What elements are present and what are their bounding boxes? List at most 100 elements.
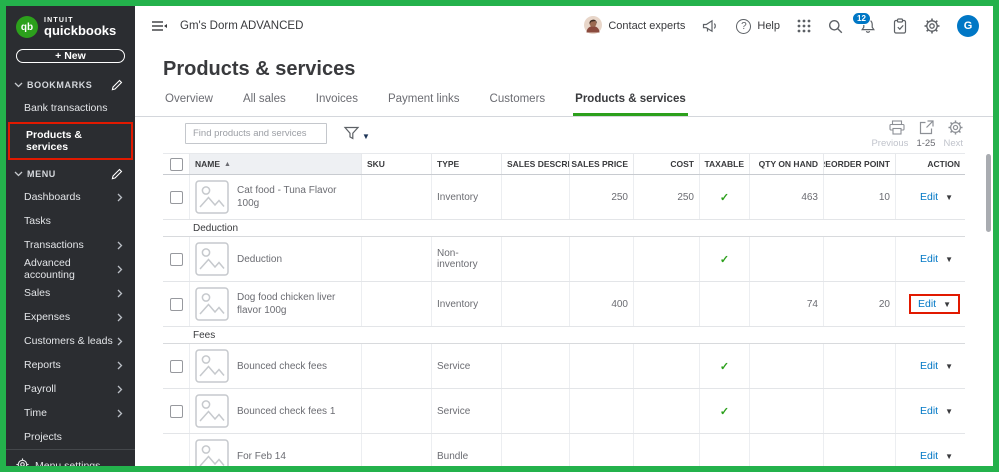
megaphone-icon[interactable] xyxy=(702,19,719,33)
product-image-placeholder xyxy=(195,180,229,214)
edit-button[interactable]: Edit xyxy=(920,191,938,203)
edit-action-group: Edit ▼ xyxy=(909,294,960,314)
sidebar-item-reports[interactable]: Reports xyxy=(6,353,135,377)
tab-products-services[interactable]: Products & services xyxy=(573,93,688,116)
column-header-reorder-point[interactable]: REORDER POINT xyxy=(823,154,895,174)
cost-cell xyxy=(633,389,699,433)
edit-button[interactable]: Edit xyxy=(918,298,936,310)
menu-settings-button[interactable]: Menu settings xyxy=(6,449,135,466)
sidebar-item-payroll[interactable]: Payroll xyxy=(6,377,135,401)
table-row[interactable]: For Feb 14 Bundle ✓ Edit ▼ xyxy=(163,434,965,466)
column-header-qty-on-hand[interactable]: QTY ON HAND xyxy=(749,154,823,174)
edit-button[interactable]: Edit xyxy=(920,253,938,265)
sidebar-item-label: Customers & leads xyxy=(24,335,113,347)
qty-on-hand-cell xyxy=(749,434,823,466)
tab-customers[interactable]: Customers xyxy=(488,93,548,116)
column-header-taxable[interactable]: TAXABLE xyxy=(699,154,749,174)
table-row[interactable]: Bounced check fees 1 Service ✓ Edit ▼ xyxy=(163,389,965,434)
sidebar-item-bank-transactions[interactable]: Bank transactions xyxy=(6,96,135,120)
sidebar-item-expenses[interactable]: Expenses xyxy=(6,305,135,329)
pagination: Previous 1-25 Next xyxy=(871,138,963,149)
edit-button[interactable]: Edit xyxy=(920,450,938,462)
sidebar-item-customers-leads[interactable]: Customers & leads xyxy=(6,329,135,353)
table-header-row: NAME▲ SKU TYPE SALES DESCRIPTION SALES P… xyxy=(163,153,965,175)
sku-cell xyxy=(361,282,431,326)
sidebar-item-label: Sales xyxy=(24,287,50,299)
pagination-next[interactable]: Next xyxy=(943,138,963,149)
row-checkbox[interactable] xyxy=(170,360,183,373)
sales-description-cell xyxy=(501,282,569,326)
clipboard-tasks-icon[interactable] xyxy=(893,18,907,34)
sidebar-item-projects[interactable]: Projects xyxy=(6,425,135,449)
sales-description-cell xyxy=(501,237,569,281)
sidebar-item-label: Projects xyxy=(24,431,62,443)
app-window: qb INTUIT quickbooks + New BOOKMARKS Ban… xyxy=(0,0,999,472)
table-row[interactable]: Bounced check fees Service ✓ Edit ▼ xyxy=(163,344,965,389)
column-header-sales-price[interactable]: SALES PRICE xyxy=(569,154,633,174)
pagination-previous[interactable]: Previous xyxy=(871,138,908,149)
notifications-bell-icon[interactable]: 12 xyxy=(860,18,876,34)
column-header-sales-description[interactable]: SALES DESCRIPTION xyxy=(501,154,569,174)
company-name[interactable]: Gm's Dorm ADVANCED xyxy=(180,20,303,32)
sidebar-item-time[interactable]: Time xyxy=(6,401,135,425)
bookmarks-section-header[interactable]: BOOKMARKS xyxy=(6,73,135,96)
edit-dropdown-caret[interactable]: ▼ xyxy=(945,452,953,461)
pencil-edit-icon[interactable] xyxy=(111,168,123,180)
printer-icon[interactable] xyxy=(889,120,905,135)
type-cell: Inventory xyxy=(431,175,501,219)
pencil-edit-icon[interactable] xyxy=(111,79,123,91)
account-avatar[interactable]: G xyxy=(957,15,979,37)
gear-icon[interactable] xyxy=(948,120,963,135)
product-name: Dog food chicken liver flavor 100g xyxy=(237,291,356,317)
edit-dropdown-caret[interactable]: ▼ xyxy=(945,255,953,264)
column-header-type[interactable]: TYPE xyxy=(431,154,501,174)
app-grid-icon[interactable] xyxy=(797,19,811,33)
table-row[interactable]: Dog food chicken liver flavor 100g Inven… xyxy=(163,282,965,327)
column-header-sku[interactable]: SKU xyxy=(361,154,431,174)
tab-bar: Overview All sales Invoices Payment links Cu… xyxy=(135,93,993,117)
tab-payment-links[interactable]: Payment links xyxy=(386,93,462,116)
sidebar-item-transactions[interactable]: Transactions xyxy=(6,233,135,257)
column-header-name[interactable]: NAME▲ xyxy=(189,154,361,174)
qty-on-hand-cell xyxy=(749,237,823,281)
export-icon[interactable] xyxy=(919,120,934,135)
vertical-scrollbar-thumb[interactable] xyxy=(986,154,991,232)
search-input[interactable] xyxy=(185,123,327,144)
sidebar-item-sales[interactable]: Sales xyxy=(6,281,135,305)
sidebar-item-tasks[interactable]: Tasks xyxy=(6,209,135,233)
tab-all-sales[interactable]: All sales xyxy=(241,93,288,116)
tab-invoices[interactable]: Invoices xyxy=(314,93,360,116)
table-row[interactable]: Cat food - Tuna Flavor 100g Inventory 25… xyxy=(163,175,965,220)
edit-dropdown-caret[interactable]: ▼ xyxy=(945,407,953,416)
new-button[interactable]: + New xyxy=(16,49,125,63)
tab-overview[interactable]: Overview xyxy=(163,93,215,116)
column-header-action[interactable]: ACTION xyxy=(895,154,965,174)
row-checkbox[interactable] xyxy=(170,191,183,204)
table-row[interactable]: Deduction Non-inventory ✓ Edit ▼ xyxy=(163,237,965,282)
edit-button[interactable]: Edit xyxy=(920,405,938,417)
edit-dropdown-caret[interactable]: ▼ xyxy=(943,300,951,309)
row-checkbox[interactable] xyxy=(170,405,183,418)
sidebar-item-dashboards[interactable]: Dashboards xyxy=(6,185,135,209)
menu-section-header[interactable]: MENU xyxy=(6,162,135,185)
contact-experts-button[interactable]: Contact experts xyxy=(584,16,685,37)
edit-button[interactable]: Edit xyxy=(920,360,938,372)
sidebar-item-advanced-accounting[interactable]: Advanced accounting xyxy=(6,257,135,281)
table-body: Cat food - Tuna Flavor 100g Inventory 25… xyxy=(163,175,965,466)
edit-dropdown-caret[interactable]: ▼ xyxy=(945,362,953,371)
sidebar-item-products-services[interactable]: Products & services xyxy=(8,122,133,160)
qb-logo-icon: qb xyxy=(16,16,38,38)
row-checkbox[interactable] xyxy=(170,253,183,266)
filter-button[interactable]: ▼ xyxy=(343,126,370,146)
menu-label: MENU xyxy=(27,169,56,179)
chevron-right-icon xyxy=(117,409,123,418)
search-icon[interactable] xyxy=(828,19,843,34)
row-checkbox[interactable] xyxy=(170,298,183,311)
settings-gear-icon[interactable] xyxy=(924,18,940,34)
help-button[interactable]: ? Help xyxy=(736,19,780,34)
column-header-cost[interactable]: COST xyxy=(633,154,699,174)
sidebar-collapse-icon[interactable] xyxy=(151,19,168,33)
cost-cell xyxy=(633,237,699,281)
select-all-checkbox[interactable] xyxy=(170,158,183,171)
edit-dropdown-caret[interactable]: ▼ xyxy=(945,193,953,202)
